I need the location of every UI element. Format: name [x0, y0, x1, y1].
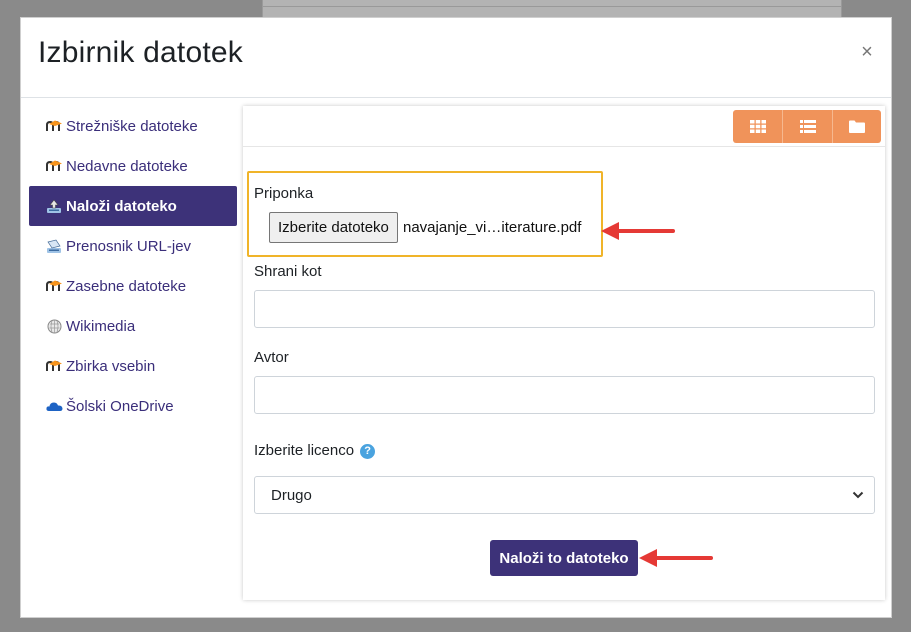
- license-label-row: Izberite licenco?: [254, 442, 376, 459]
- folder-view-icon: [849, 120, 865, 133]
- list-view-icon: [799, 120, 816, 133]
- toolbar-divider: [243, 146, 885, 147]
- sidebar-item-label: Naloži datoteko: [66, 197, 177, 215]
- sidebar-item-server-files[interactable]: Strežniške datoteke: [29, 106, 237, 146]
- license-select[interactable]: Drugo: [254, 476, 875, 514]
- dialog-header: Izbirnik datotek ×: [21, 18, 891, 98]
- grid-view-button[interactable]: [733, 110, 783, 143]
- close-icon[interactable]: ×: [857, 40, 877, 64]
- folder-view-button[interactable]: [833, 110, 881, 143]
- attachment-label: Priponka: [254, 185, 314, 202]
- moodle-icon: [45, 118, 63, 134]
- license-selected-value: Drugo: [271, 486, 312, 504]
- save-as-label: Shrani kot: [254, 263, 322, 280]
- dialog-title: Izbirnik datotek: [38, 36, 243, 69]
- author-input[interactable]: [254, 376, 875, 414]
- sidebar-item-onedrive[interactable]: Šolski OneDrive: [29, 386, 237, 426]
- annotation-arrow-icon: [639, 549, 713, 567]
- moodle-icon: [45, 358, 63, 374]
- moodle-icon: [45, 158, 63, 174]
- license-label: Izberite licenco: [254, 442, 355, 459]
- sidebar-item-label: Nedavne datoteke: [66, 157, 188, 175]
- grid-view-icon: [749, 120, 766, 133]
- sidebar-item-content-bank[interactable]: Zbirka vsebin: [29, 346, 237, 386]
- sidebar-item-label: Zasebne datoteke: [66, 277, 187, 295]
- file-picker-dialog: Izbirnik datotek × Strežniške datoteke N…: [20, 17, 892, 618]
- annotation-arrow-icon: [601, 222, 675, 240]
- upload-file-button[interactable]: Naloži to datoteko: [490, 540, 638, 576]
- choose-file-button[interactable]: Izberite datoteko: [269, 212, 398, 243]
- sidebar-item-label: Strežniške datoteke: [66, 117, 198, 135]
- sidebar-item-label: Šolski OneDrive: [66, 397, 174, 415]
- upload-panel: Priponka Izberite datoteko navajanje_vi……: [243, 106, 885, 600]
- repository-sidebar: Strežniške datoteke Nedavne datoteke Nal…: [29, 106, 237, 426]
- save-as-input[interactable]: [254, 290, 875, 328]
- view-switcher: [733, 110, 881, 143]
- author-label: Avtor: [254, 349, 289, 366]
- sidebar-item-label: Wikimedia: [66, 317, 136, 335]
- sidebar-item-label: Zbirka vsebin: [66, 357, 156, 375]
- sidebar-item-private-files[interactable]: Zasebne datoteke: [29, 266, 237, 306]
- url-download-icon: [45, 238, 63, 254]
- chevron-down-icon: [852, 491, 864, 499]
- sidebar-item-recent-files[interactable]: Nedavne datoteke: [29, 146, 237, 186]
- sidebar-item-wikimedia[interactable]: Wikimedia: [29, 306, 237, 346]
- list-view-button[interactable]: [783, 110, 833, 143]
- selected-file-name: navajanje_vi…iterature.pdf: [403, 219, 582, 236]
- help-icon[interactable]: ?: [360, 444, 376, 459]
- upload-icon: [45, 198, 63, 214]
- sidebar-item-upload-file[interactable]: Naloži datoteko: [29, 186, 237, 226]
- wikimedia-globe-icon: [45, 318, 63, 334]
- onedrive-cloud-icon: [45, 398, 63, 414]
- moodle-icon: [45, 278, 63, 294]
- sidebar-item-label: Prenosnik URL-jev: [66, 237, 192, 255]
- background-page-strip: [262, 0, 842, 18]
- sidebar-item-url-downloader[interactable]: Prenosnik URL-jev: [29, 226, 237, 266]
